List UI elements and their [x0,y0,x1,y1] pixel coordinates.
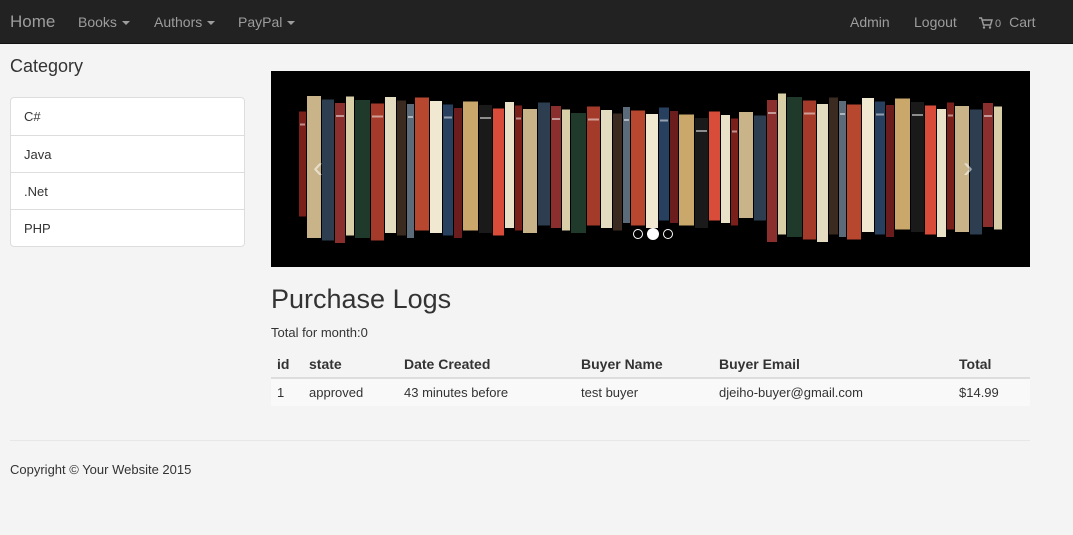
cell-id: 1 [271,377,303,406]
column-header: Buyer Name [575,350,713,379]
cart-count: 0 [995,18,1002,30]
category-item-java[interactable]: Java [11,135,244,172]
cell-buyer-name: test buyer [575,377,713,406]
carousel-indicators [631,225,675,241]
column-header: Total [953,350,1030,379]
purchase-logs-table: id state Date Created Buyer Name Buyer E… [271,350,1030,406]
nav-logout-link[interactable]: Logout [914,0,957,44]
column-header: Date Created [398,350,575,379]
nav-books-label: Books [78,14,117,30]
footer-divider [10,440,1030,441]
nav-authors-dropdown[interactable]: Authors [154,0,216,44]
category-list: C# Java .Net PHP [10,97,245,247]
cell-state: approved [303,377,398,406]
nav-cart-label: Cart [1009,14,1036,30]
cell-date-created: 43 minutes before [398,377,575,406]
nav-home-link[interactable]: Home [10,0,55,44]
carousel-next-icon[interactable]: › [963,153,973,183]
table-header-row: id state Date Created Buyer Name Buyer E… [271,350,1030,379]
category-item-php[interactable]: PHP [11,209,244,246]
caret-down-icon [287,21,296,26]
column-header: Buyer Email [713,350,953,379]
nav-cart-link[interactable]: 0 Cart [979,0,1036,44]
nav-authors-label: Authors [154,14,203,30]
caret-down-icon [207,21,216,26]
footer-copyright: Copyright © Your Website 2015 [10,462,192,477]
category-item-csharp[interactable]: C# [11,98,244,135]
top-navbar: Home Books Authors PayPal Admin Logout 0… [0,0,1073,44]
column-header: id [271,350,303,379]
total-for-month: Total for month:0 [271,325,368,340]
category-item-dotnet[interactable]: .Net [11,172,244,209]
cell-buyer-email: djeiho-buyer@gmail.com [713,377,953,406]
caret-down-icon [121,21,130,26]
category-heading: Category [10,56,84,76]
nav-admin-link[interactable]: Admin [850,0,890,44]
table-row: 1 approved 43 minutes before test buyer … [271,377,1030,406]
nav-books-dropdown[interactable]: Books [78,0,130,44]
shopping-cart-icon [979,17,993,29]
book-carousel[interactable]: ‹ › [271,71,1030,267]
cell-total: $14.99 [953,377,1030,406]
nav-paypal-label: PayPal [238,14,283,30]
page-title: Purchase Logs [271,284,452,314]
carousel-prev-icon[interactable]: ‹ [313,153,323,183]
column-header: state [303,350,398,379]
nav-paypal-dropdown[interactable]: PayPal [238,0,296,44]
